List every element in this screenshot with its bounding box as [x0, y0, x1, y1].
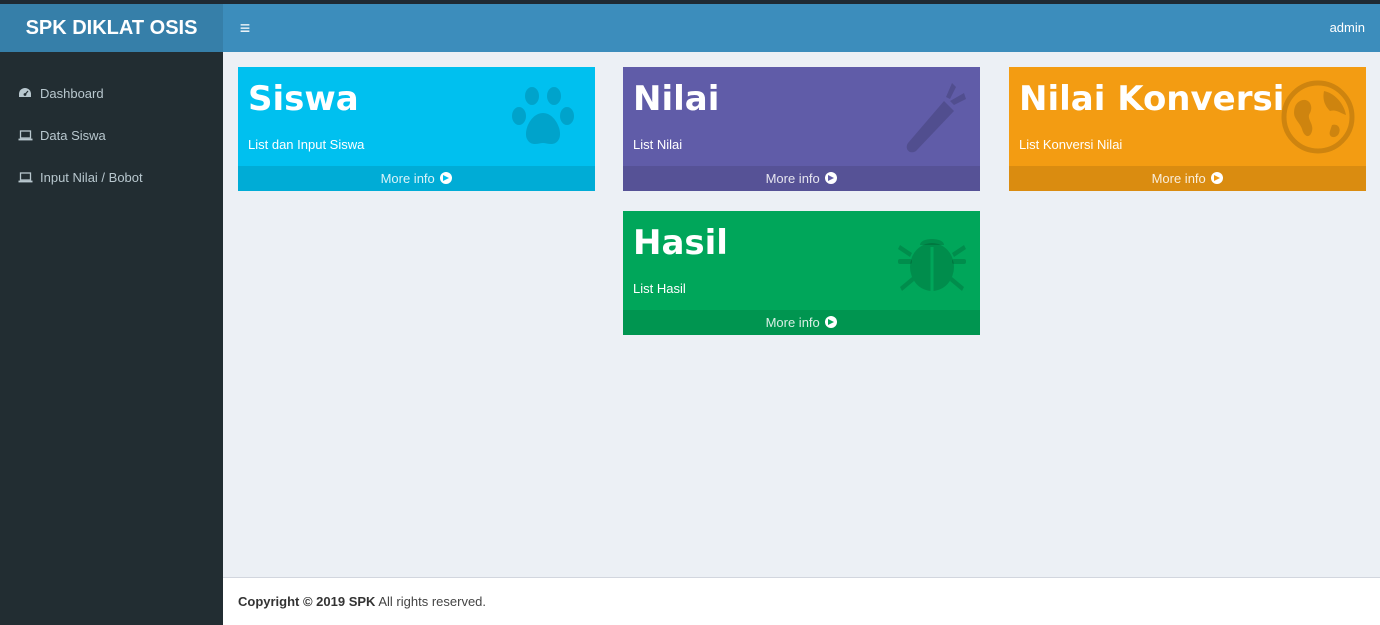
arrow-circle-right-icon [440, 172, 453, 184]
laptop-icon [17, 128, 33, 142]
small-box-hasil: Hasil List Hasil More info [623, 211, 980, 335]
arrow-circle-right-icon [825, 316, 838, 328]
sidebar: Dashboard Data Siswa Input Nilai / Bobot [0, 52, 223, 625]
bug-icon [894, 223, 970, 299]
laptop-icon [17, 170, 33, 184]
sidebar-item-dashboard[interactable]: Dashboard [0, 72, 223, 114]
top-navbar: ≡ admin [223, 4, 1380, 52]
sidebar-item-label: Dashboard [40, 85, 104, 101]
more-info-link[interactable]: More info [238, 166, 595, 191]
copyright-text: Copyright © 2019 SPK [238, 594, 376, 609]
small-box-siswa: Siswa List dan Input Siswa More info [238, 67, 595, 191]
page-footer: Copyright © 2019 SPK All rights reserved… [223, 577, 1380, 625]
arrow-circle-right-icon [1211, 172, 1224, 184]
rights-text: All rights reserved. [378, 594, 487, 609]
paw-icon [509, 79, 585, 155]
user-menu[interactable]: admin [1330, 4, 1365, 52]
sidebar-item-label: Input Nilai / Bobot [40, 169, 143, 185]
small-box-nilai-konversi: Nilai Konversi List Konversi Nilai More … [1009, 67, 1366, 191]
more-info-link[interactable]: More info [623, 310, 980, 335]
hamburger-icon[interactable]: ≡ [233, 16, 257, 40]
arrow-circle-right-icon [825, 172, 838, 184]
more-info-link[interactable]: More info [1009, 166, 1366, 191]
more-info-link[interactable]: More info [623, 166, 980, 191]
app-logo[interactable]: SPK DIKLAT OSIS [0, 4, 223, 52]
sidebar-item-data-siswa[interactable]: Data Siswa [0, 114, 223, 156]
globe-icon [1280, 79, 1356, 155]
sidebar-item-label: Data Siswa [40, 127, 106, 143]
carrot-icon [894, 79, 970, 155]
dashboard-icon [17, 86, 33, 100]
sidebar-item-input-nilai[interactable]: Input Nilai / Bobot [0, 156, 223, 198]
small-box-nilai: Nilai List Nilai More info [623, 67, 980, 191]
